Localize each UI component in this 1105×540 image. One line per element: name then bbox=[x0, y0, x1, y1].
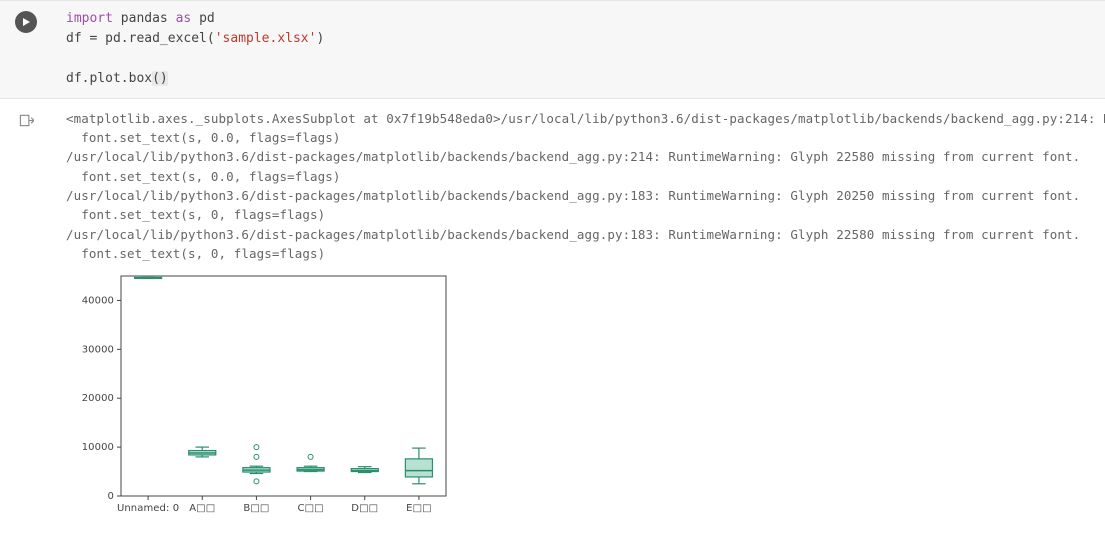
svg-text:0: 0 bbox=[108, 491, 114, 502]
svg-text:C□□: C□□ bbox=[297, 503, 323, 514]
svg-text:20000: 20000 bbox=[82, 393, 114, 404]
code-keyword: as bbox=[176, 11, 192, 26]
svg-text:10000: 10000 bbox=[82, 442, 114, 453]
boxplot-chart: 0 10000 20000 30000 40000 Unnamed: 0 A□□ B□□ C□□… bbox=[66, 266, 1105, 526]
code-text: ) bbox=[316, 31, 324, 46]
svg-text:30000: 30000 bbox=[82, 344, 114, 355]
svg-text:40000: 40000 bbox=[82, 295, 114, 306]
run-button[interactable] bbox=[15, 11, 37, 33]
code-gutter bbox=[0, 1, 52, 98]
play-icon bbox=[21, 17, 31, 27]
code-editor[interactable]: import pandas as pd df = pd.read_excel('… bbox=[52, 1, 1105, 98]
code-keyword: import bbox=[66, 11, 113, 26]
svg-text:Unnamed: 0: Unnamed: 0 bbox=[117, 503, 179, 514]
svg-text:E□□: E□□ bbox=[406, 503, 432, 514]
code-text: df = pd.read_excel( bbox=[66, 31, 215, 46]
output-text: <matplotlib.axes._subplots.AxesSubplot a… bbox=[66, 109, 1105, 264]
code-text: df.plot.box bbox=[66, 71, 152, 86]
code-paren-open: ( bbox=[152, 71, 160, 86]
code-paren-close: ) bbox=[160, 71, 168, 86]
output-gutter bbox=[0, 109, 52, 128]
code-text: pd bbox=[191, 11, 214, 26]
output-body: <matplotlib.axes._subplots.AxesSubplot a… bbox=[52, 109, 1105, 526]
output-cell: <matplotlib.axes._subplots.AxesSubplot a… bbox=[0, 99, 1105, 526]
boxplot-svg: 0 10000 20000 30000 40000 Unnamed: 0 A□□ B□□ C□□… bbox=[66, 266, 456, 526]
svg-text:A□□: A□□ bbox=[189, 503, 215, 514]
code-string: 'sample.xlsx' bbox=[215, 31, 317, 46]
code-cell: import pandas as pd df = pd.read_excel('… bbox=[0, 0, 1105, 99]
svg-text:B□□: B□□ bbox=[243, 503, 269, 514]
output-icon bbox=[19, 113, 34, 128]
code-text: pandas bbox=[113, 11, 176, 26]
svg-text:D□□: D□□ bbox=[351, 503, 378, 514]
